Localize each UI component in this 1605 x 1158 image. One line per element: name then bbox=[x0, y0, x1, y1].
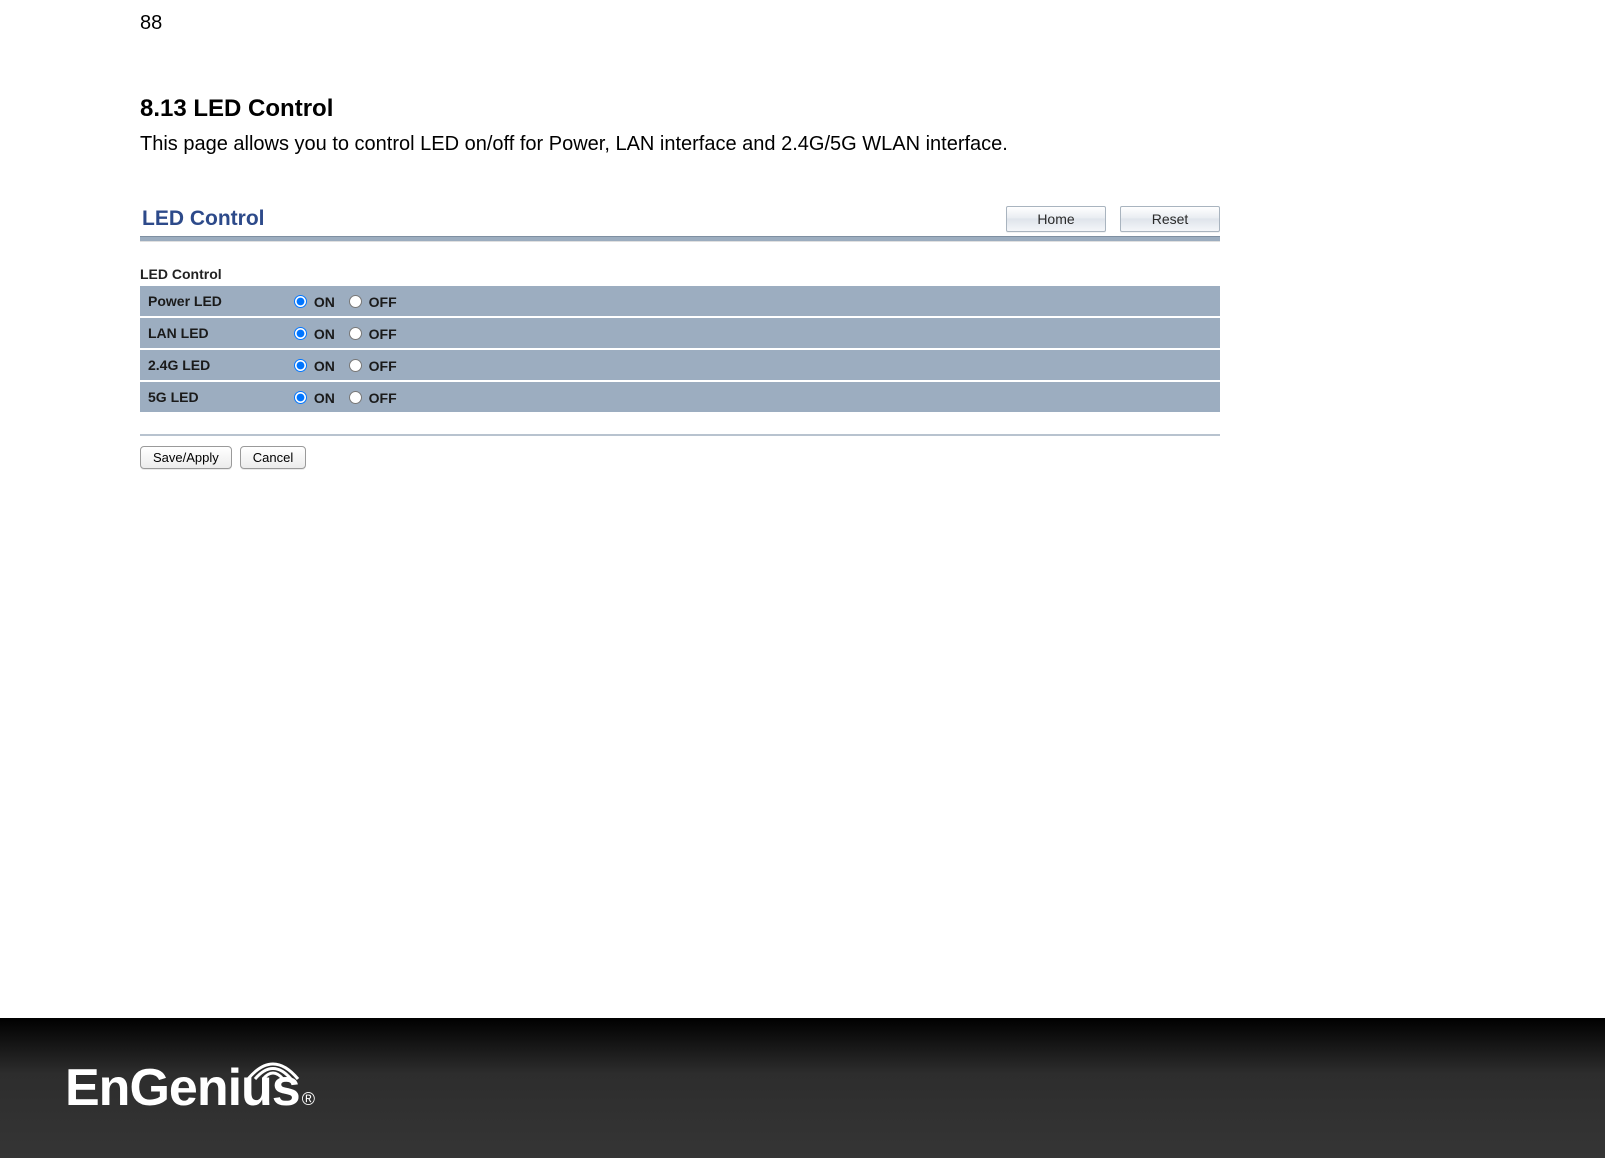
5g-led-on-radio[interactable] bbox=[294, 391, 307, 404]
off-label: OFF bbox=[369, 390, 397, 406]
row-label: 2.4G LED bbox=[140, 350, 286, 380]
divider bbox=[140, 434, 1220, 436]
on-label: ON bbox=[314, 358, 335, 374]
brand-logo: EnGenius ® bbox=[65, 1062, 315, 1114]
panel-top-buttons: Home Reset bbox=[1006, 206, 1220, 232]
on-label: ON bbox=[314, 326, 335, 342]
reset-button[interactable]: Reset bbox=[1120, 206, 1220, 232]
on-label: ON bbox=[314, 390, 335, 406]
lan-led-off-radio[interactable] bbox=[349, 327, 362, 340]
row-label: Power LED bbox=[140, 286, 286, 316]
row-label: LAN LED bbox=[140, 318, 286, 348]
panel-title-underline bbox=[140, 236, 1220, 242]
off-label: OFF bbox=[369, 294, 397, 310]
24g-led-off-radio[interactable] bbox=[349, 359, 362, 372]
row-options: ON OFF bbox=[286, 382, 1220, 412]
led-table: Power LED ON OFF LAN LED ON OFF bbox=[140, 284, 1220, 414]
section-heading: 8.13 LED Control bbox=[140, 95, 1340, 123]
24g-led-on-radio[interactable] bbox=[294, 359, 307, 372]
row-options: ON OFF bbox=[286, 286, 1220, 316]
panel-topbar: LED Control Home Reset bbox=[140, 206, 1220, 236]
page-number: 88 bbox=[140, 12, 162, 35]
panel-sub-heading: LED Control bbox=[140, 266, 1220, 282]
home-button[interactable]: Home bbox=[1006, 206, 1106, 232]
panel-title: LED Control bbox=[140, 207, 264, 231]
table-row: 2.4G LED ON OFF bbox=[140, 350, 1220, 380]
form-actions: Save/Apply Cancel bbox=[140, 446, 1220, 469]
row-options: ON OFF bbox=[286, 350, 1220, 380]
off-label: OFF bbox=[369, 358, 397, 374]
row-label: 5G LED bbox=[140, 382, 286, 412]
power-led-off-radio[interactable] bbox=[349, 295, 362, 308]
table-row: LAN LED ON OFF bbox=[140, 318, 1220, 348]
table-row: Power LED ON OFF bbox=[140, 286, 1220, 316]
wifi-arc-icon bbox=[243, 1044, 303, 1084]
off-label: OFF bbox=[369, 326, 397, 342]
power-led-on-radio[interactable] bbox=[294, 295, 307, 308]
led-control-panel: LED Control Home Reset LED Control Power… bbox=[140, 206, 1220, 469]
save-apply-button[interactable]: Save/Apply bbox=[140, 446, 232, 469]
cancel-button[interactable]: Cancel bbox=[240, 446, 306, 469]
page-footer: EnGenius ® bbox=[0, 1018, 1605, 1158]
section-description: This page allows you to control LED on/o… bbox=[140, 133, 1340, 156]
table-row: 5G LED ON OFF bbox=[140, 382, 1220, 412]
on-label: ON bbox=[314, 294, 335, 310]
registered-mark: ® bbox=[302, 1089, 315, 1110]
row-options: ON OFF bbox=[286, 318, 1220, 348]
5g-led-off-radio[interactable] bbox=[349, 391, 362, 404]
lan-led-on-radio[interactable] bbox=[294, 327, 307, 340]
